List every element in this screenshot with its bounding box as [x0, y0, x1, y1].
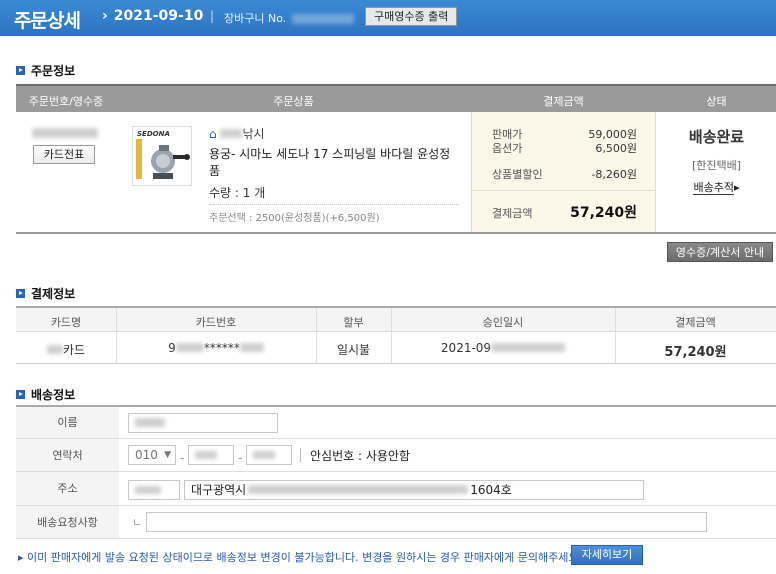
payment-summary: 판매가 59,000원 옵션가 6,500원 상품별할인 -8,260원 결제금액 57…: [471, 112, 656, 232]
col-payment: 결제금액: [543, 95, 584, 108]
page-title: 주문상세: [14, 10, 81, 32]
installment: 일시불: [336, 343, 371, 357]
phone-prefix-select[interactable]: 010 ▼: [128, 445, 176, 465]
col-amount: 결제금액: [675, 316, 716, 329]
order-info-heading: 주문정보: [16, 62, 75, 79]
cart-number: 장바구니 No.: [224, 10, 355, 26]
col-installment: 할부: [343, 316, 364, 329]
order-status: 배송완료 [한진택배] 배송추적▸: [657, 112, 776, 232]
product-option: 주문선택 : 2500(윤성정품)(+6,500원): [209, 204, 459, 224]
product-quantity: 수량 : 1 개: [209, 186, 266, 200]
option-price: 6,500원: [595, 142, 637, 155]
redacted-cart-number: [292, 14, 355, 24]
redacted-shop-name: [220, 129, 243, 138]
option-price-row: 옵션가 6,500원: [492, 142, 637, 155]
recipient-name-input[interactable]: [128, 413, 278, 433]
section-bullet-icon: [16, 289, 25, 298]
sub-item-marker: ㄴ: [132, 516, 143, 529]
redacted-order-number: [32, 127, 98, 141]
order-info-title: 주문정보: [31, 64, 76, 78]
track-delivery-link[interactable]: 배송추적▸: [657, 179, 776, 195]
payment-row: 카드 9 ****** 일시불 2021-09 57,240원: [16, 332, 776, 364]
section-bullet-icon: [16, 390, 25, 399]
name-label: 이름: [16, 407, 119, 438]
col-order-number: 주문번호/영수증: [28, 95, 104, 108]
safe-number-status: 안심번호 : 사용안함: [310, 449, 410, 463]
delivery-info-heading: 배송정보: [16, 386, 75, 403]
delivery-request-input[interactable]: [146, 512, 707, 532]
shop-name-suffix: 낚시: [242, 127, 265, 141]
col-status: 상태: [706, 95, 727, 108]
payment-info-title: 결제정보: [31, 287, 76, 301]
home-icon: ⌂: [209, 127, 217, 141]
courier-name: [한진택배]: [691, 159, 742, 172]
approved-at: 2021-09: [391, 341, 615, 355]
product-image[interactable]: SEDONA: [132, 126, 192, 186]
delivery-info-title: 배송정보: [31, 388, 76, 402]
discount-amount: -8,260원: [591, 168, 637, 181]
recipient-name-row: 이름: [16, 407, 776, 439]
discount-row: 상품별할인 -8,260원: [492, 168, 637, 181]
status-badge: 배송완료: [688, 128, 745, 146]
print-receipt-button[interactable]: 구매영수증 출력: [365, 7, 458, 26]
phone-last-input[interactable]: [246, 445, 292, 465]
address-row: 주소 대구광역시 1604호: [16, 472, 776, 506]
card-slip-button[interactable]: 카드전표: [33, 145, 95, 164]
address-input[interactable]: 대구광역시 1604호: [184, 480, 644, 500]
total-row: 결제금액 57,240원: [492, 205, 637, 221]
col-card-number: 카드번호: [195, 316, 237, 329]
address-label: 주소: [16, 472, 119, 505]
product-name-link[interactable]: 용궁- 시마노 세도나 17 스피닝릴 바다릴 윤성정품: [209, 146, 459, 180]
shop-name[interactable]: ⌂ 낚시: [209, 125, 459, 142]
receipt-invoice-guide-button[interactable]: 영수증/계산서 안내: [667, 242, 773, 262]
section-bullet-icon: [16, 66, 25, 75]
cart-number-label: 장바구니 No.: [224, 12, 287, 25]
card-number: 9 ******: [116, 341, 316, 355]
payment-info-heading: 결제정보: [16, 285, 75, 302]
delivery-request-row: 배송요청사항 ㄴ: [16, 506, 776, 539]
zipcode-input[interactable]: [128, 480, 180, 500]
col-product: 주문상품: [273, 95, 314, 108]
divider: |: [210, 9, 215, 23]
chevron-right-icon: ▸: [18, 551, 24, 564]
payment-table-header: 카드명 카드번호 할부 승인일시 결제금액: [16, 306, 776, 332]
total-amount: 57,240원: [570, 205, 637, 221]
chevron-down-icon: ▼: [164, 450, 171, 460]
phone-row: 연락처 010 ▼ - - 안심번호 : 사용안함: [16, 439, 776, 472]
order-table-header: 주문번호/영수증 주문상품 결제금액 상태: [16, 84, 776, 112]
delivery-change-notice: ▸ 이미 판매자에게 발송 요청된 상태이므로 배송정보 변경이 불가능합니다.…: [18, 551, 582, 564]
order-row: 카드전표 SEDONA ⌂ 낚시 용궁- 시마노 세도나 17 스피닝릴 바다릴…: [16, 112, 776, 234]
delivery-request-label: 배송요청사항: [16, 506, 119, 538]
col-approved-at: 승인일시: [482, 316, 524, 329]
view-details-button[interactable]: 자세히보기: [571, 545, 643, 565]
phone-label: 연락처: [16, 439, 119, 471]
phone-middle-input[interactable]: [188, 445, 234, 465]
delivery-table: 이름 연락처 010 ▼ - - 안심번호 : 사용안함 주소 대구광역시 160…: [16, 405, 776, 539]
col-card-name: 카드명: [50, 316, 82, 329]
fishing-reel-icon: [136, 139, 190, 179]
card-name: 카드: [16, 341, 116, 358]
product-info: ⌂ 낚시 용궁- 시마노 세도나 17 스피닝릴 바다릴 윤성정품 수량 : 1…: [209, 125, 459, 224]
top-bar: 주문상세 2021-09-10 | 장바구니 No. 구매영수증 출력: [0, 0, 776, 36]
chevron-right-icon: ▸: [733, 181, 740, 194]
order-date: 2021-09-10: [102, 8, 204, 24]
payment-amount: 57,240원: [664, 345, 727, 360]
